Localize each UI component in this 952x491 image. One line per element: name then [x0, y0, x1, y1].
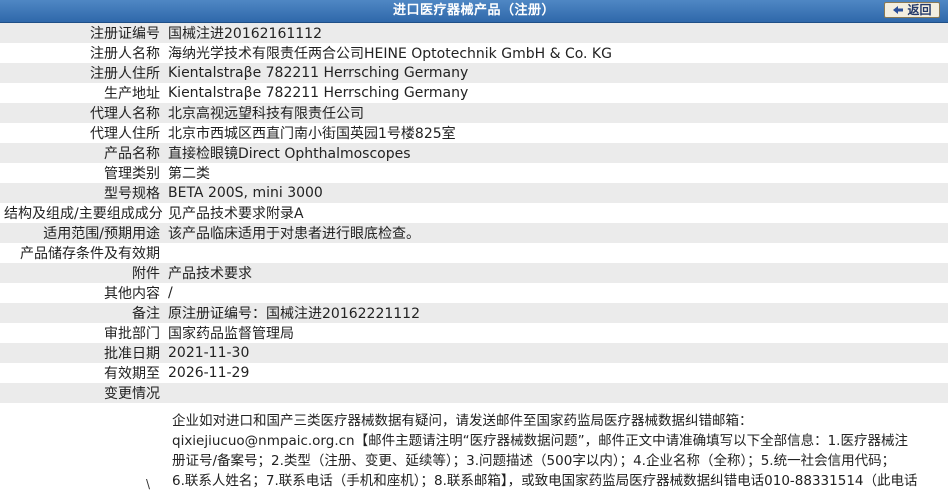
field-label: 产品储存条件及有效期: [20, 246, 160, 262]
field-label: 型号规格: [104, 186, 160, 202]
field-label: 审批部门: [104, 326, 160, 342]
table-row: 产品名称 直接检眼镜Direct Ophthalmoscopes: [0, 143, 948, 163]
field-value: 国械注进20162161112: [168, 26, 322, 42]
field-value: 2026-11-29: [168, 365, 250, 381]
table-row: 备注 原注册证编号：国械注进20162221112: [0, 303, 948, 323]
page-title: 进口医疗器械产品（注册）: [392, 3, 555, 18]
table-row: 适用范围/预期用途 该产品临床适用于对患者进行眼底检查。: [0, 223, 948, 243]
field-value: 该产品临床适用于对患者进行眼底检查。: [168, 226, 420, 242]
field-label: 生产地址: [104, 86, 160, 102]
field-value: Kientalstraβe 782211 Herrsching Germany: [168, 65, 469, 81]
field-label: 管理类别: [104, 166, 160, 182]
field-value: 北京高视远望科技有限责任公司: [168, 106, 364, 122]
field-value: 2021-11-30: [168, 345, 250, 361]
table-row: 有效期至 2026-11-29: [0, 363, 948, 383]
field-label: 产品名称: [104, 146, 160, 162]
table-row: 其他内容 /: [0, 283, 948, 303]
back-button-label: 返回: [907, 3, 932, 17]
field-value: 北京市西城区西直门南小街国英园1号楼825室: [168, 126, 456, 142]
field-value: [164, 383, 948, 403]
field-label: 代理人名称: [90, 106, 160, 122]
change-notice: 企业如对进口和国产三类医疗器械数据有疑问，请发送邮件至国家药监局医疗器械数据纠错…: [0, 403, 952, 491]
table-row: 批准日期 2021-11-30: [0, 343, 948, 363]
field-label: 备注: [132, 306, 160, 322]
table-row: 注册人名称 海纳光学技术有限责任两合公司HEINE Optotechnik Gmb…: [0, 43, 948, 63]
field-label: 有效期至: [104, 366, 160, 382]
field-label: 注册证编号: [90, 26, 160, 42]
field-label: 结构及组成/主要组成成分: [4, 206, 163, 222]
field-label: 附件: [132, 266, 160, 282]
table-row: 变更情况: [0, 383, 948, 403]
back-button[interactable]: 返回: [884, 2, 940, 18]
field-label: 代理人住所: [90, 126, 160, 142]
field-value: /: [168, 285, 173, 301]
field-value: Kientalstraβe 782211 Herrsching Germany: [168, 85, 469, 101]
field-value: 见产品技术要求附录A: [168, 206, 304, 222]
table-row: 生产地址 Kientalstraβe 782211 Herrsching Germ…: [0, 83, 948, 103]
field-value: 产品技术要求: [168, 266, 252, 282]
table-row: 审批部门 国家药品监督管理局: [0, 323, 948, 343]
title-bar: 进口医疗器械产品（注册） 返回: [0, 0, 948, 23]
field-value: 海纳光学技术有限责任两合公司HEINE Optotechnik GmbH & C…: [168, 46, 612, 62]
field-label: 注册人住所: [90, 66, 160, 82]
field-label: 变更情况: [104, 386, 160, 402]
table-row: 管理类别 第二类: [0, 163, 948, 183]
stray-mark: \: [146, 477, 151, 491]
field-value: 国家药品监督管理局: [168, 326, 294, 342]
registration-info-table: 注册证编号 国械注进20162161112 注册人名称 海纳光学技术有限责任两合公司H…: [0, 23, 948, 403]
field-value: [164, 243, 948, 263]
field-label: 适用范围/预期用途: [43, 226, 160, 242]
field-label: 批准日期: [104, 346, 160, 362]
field-value: 直接检眼镜Direct Ophthalmoscopes: [168, 146, 411, 162]
table-row: 代理人住所 北京市西城区西直门南小街国英园1号楼825室: [0, 123, 948, 143]
field-value: BETA 200S, mini 3000: [168, 185, 323, 201]
table-row: 代理人名称 北京高视远望科技有限责任公司: [0, 103, 948, 123]
notice-line: 册证号/备案号；2.类型（注册、变更、延续等）；3.问题描述（500字以内）；4…: [172, 453, 896, 469]
field-label: 注册人名称: [90, 46, 160, 62]
table-row: 附件 产品技术要求: [0, 263, 948, 283]
field-label: 其他内容: [104, 286, 160, 302]
table-row: 注册证编号 国械注进20162161112: [0, 23, 948, 43]
field-value: 原注册证编号：国械注进20162221112: [168, 306, 420, 322]
field-value: 第二类: [168, 166, 210, 182]
table-row: 结构及组成/主要组成成分 见产品技术要求附录A: [0, 203, 948, 223]
table-row: 产品储存条件及有效期: [0, 243, 948, 263]
back-arrow-icon: [893, 6, 904, 14]
notice-line: qixiejiucuo@nmpaic.org.cn【邮件主题请注明“医疗器械数据…: [172, 433, 908, 449]
table-row: 型号规格 BETA 200S, mini 3000: [0, 183, 948, 203]
table-row: 注册人住所 Kientalstraβe 782211 Herrsching Ger…: [0, 63, 948, 83]
notice-line: 企业如对进口和国产三类医疗器械数据有疑问，请发送邮件至国家药监局医疗器械数据纠错…: [172, 413, 753, 429]
notice-line: 6.联系人姓名；7.联系电话（手机和座机）；8.联系邮箱】，或致电国家药监局医疗…: [172, 473, 918, 489]
